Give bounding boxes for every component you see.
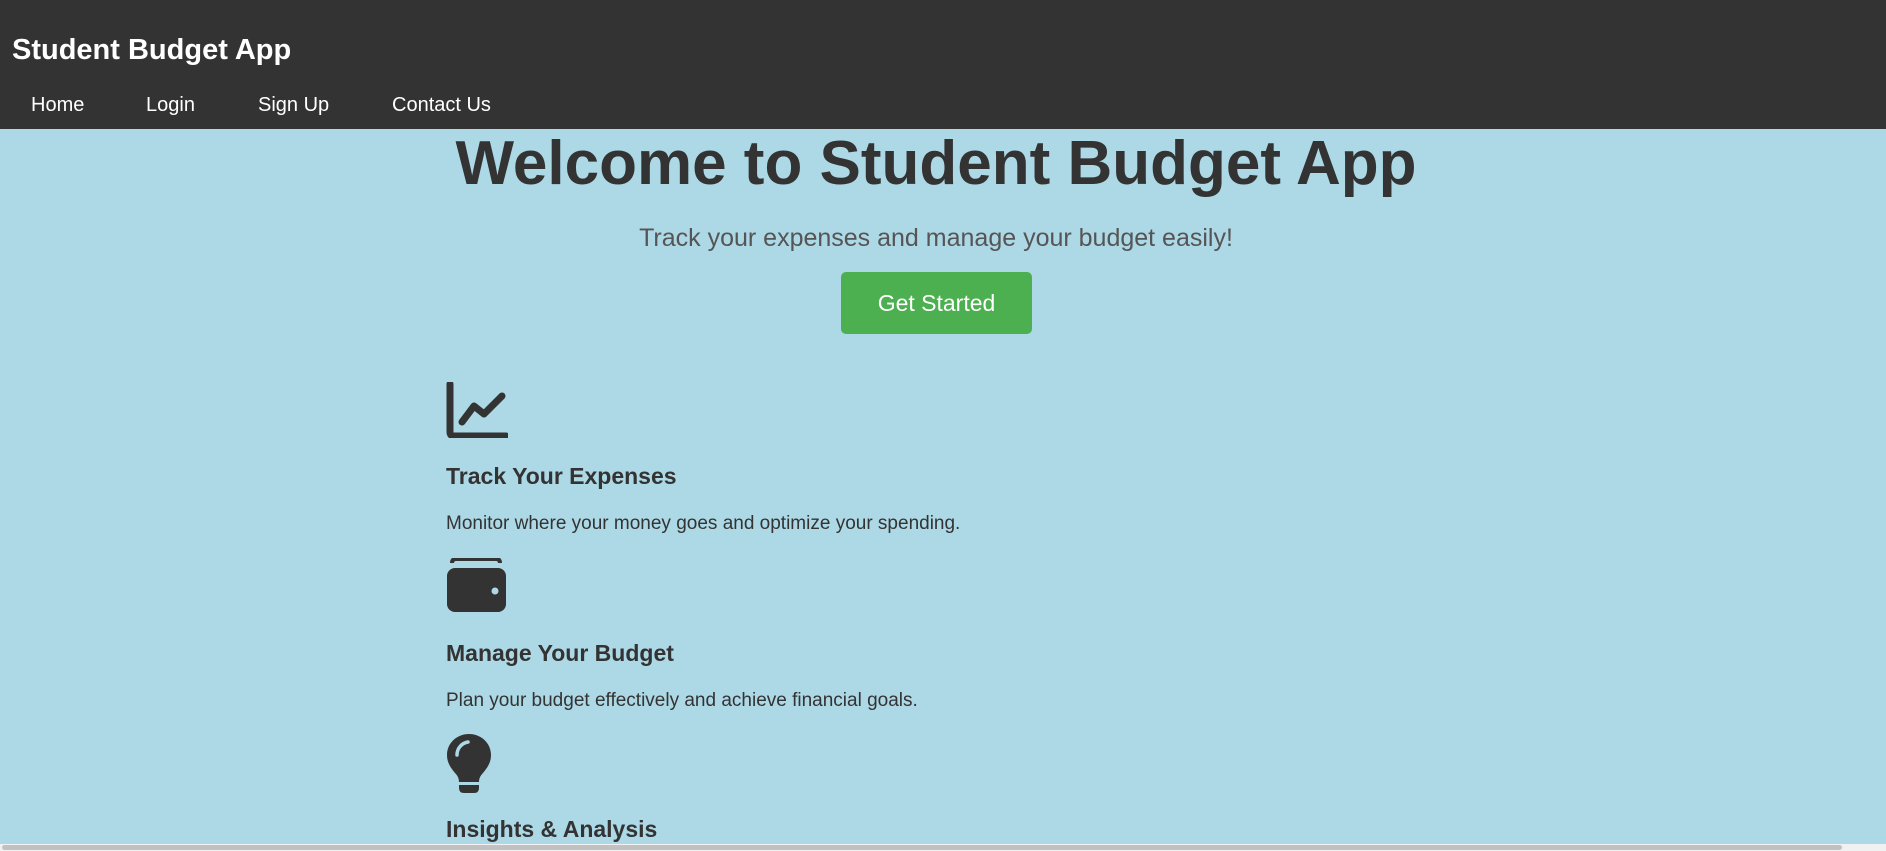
get-started-button[interactable]: Get Started <box>841 272 1032 334</box>
app-title: Student Budget App <box>12 34 292 66</box>
feature-description: Monitor where your money goes and optimi… <box>446 513 961 534</box>
feature-title: Manage Your Budget <box>446 640 674 666</box>
feature-description: Plan your budget effectively and achieve… <box>446 690 918 711</box>
nav-signup-link[interactable]: Sign Up <box>258 91 329 119</box>
feature-title: Insights & Analysis <box>446 816 658 842</box>
chart-line-icon <box>446 380 510 443</box>
nav-login-link[interactable]: Login <box>146 91 195 119</box>
site-header: Student Budget App Home Login Sign Up Co… <box>0 0 1886 129</box>
wallet-icon <box>446 557 508 618</box>
nav-home-link[interactable]: Home <box>31 91 84 119</box>
nav-contact-link[interactable]: Contact Us <box>392 91 491 119</box>
hero-title: Welcome to Student Budget App <box>455 129 1417 198</box>
feature-title: Track Your Expenses <box>446 463 677 489</box>
lightbulb-icon <box>446 733 492 800</box>
horizontal-scrollbar[interactable] <box>0 844 1886 851</box>
hero-subtitle: Track your expenses and manage your budg… <box>639 224 1233 252</box>
scrollbar-thumb[interactable] <box>2 845 1842 850</box>
